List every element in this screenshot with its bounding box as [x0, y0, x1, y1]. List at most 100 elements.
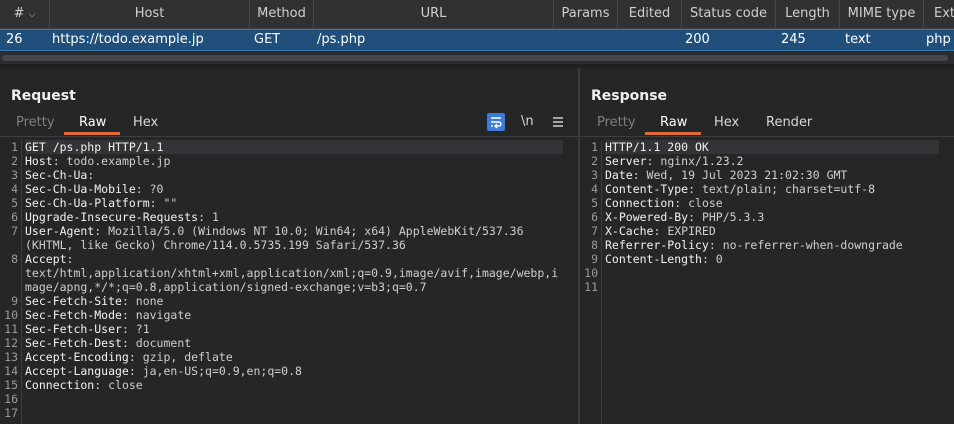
- header-name: Content-Type: [605, 182, 689, 196]
- col-header-status-code[interactable]: Status code: [682, 0, 776, 28]
- line-number: 13: [4, 350, 18, 364]
- header-value: : 1: [198, 210, 219, 224]
- header-name: HTTP/1.1 200 OK: [605, 140, 709, 154]
- show-newlines-button[interactable]: \n: [521, 114, 534, 134]
- header-name: Sec-Ch-Ua: [25, 168, 88, 182]
- header-name: User-Agent: [25, 224, 95, 238]
- code-line: Accept:: [25, 252, 73, 266]
- line-number: 8: [11, 252, 18, 266]
- line-number: 9: [11, 294, 18, 308]
- header-value: : Mozilla/5.0 (Windows NT 10.0; Win64; x…: [94, 224, 524, 238]
- row-number: 26: [6, 32, 23, 47]
- line-number: 5: [11, 196, 18, 210]
- line-number: 3: [591, 168, 598, 182]
- header-value: : ja,en-US;q=0.9,en;q=0.8: [128, 364, 302, 378]
- response-title: Response: [591, 88, 668, 104]
- header-value: : close: [94, 378, 143, 392]
- col-header-extension[interactable]: Exte: [924, 0, 954, 28]
- header-name: X-Powered-By: [605, 210, 689, 224]
- header-value: : EXPIRED: [653, 224, 716, 238]
- header-value: : ?0: [135, 182, 164, 196]
- line-number: 3: [11, 168, 18, 182]
- code-line: (KHTML, like Gecko) Chrome/114.0.5735.19…: [25, 238, 406, 252]
- header-value: text/html,application/xhtml+xml,applicat…: [25, 266, 559, 280]
- header-value: :: [66, 252, 74, 266]
- header-name: Sec-Fetch-Dest: [25, 336, 122, 350]
- row-status-code: 200: [685, 32, 710, 47]
- header-name: GET /ps.php HTTP/1.1: [25, 140, 164, 154]
- menu-icon[interactable]: [549, 113, 567, 131]
- response-panel: Response Pretty Raw Hex Render 123456789…: [580, 68, 954, 424]
- header-name: Sec-Fetch-Site: [25, 294, 122, 308]
- response-editor[interactable]: 1 2 3 4 5 6 7 8 9 10 11 HTTP/1.1 200 OK Server: ngi…: [580, 140, 954, 424]
- code-line: Sec-Fetch-Site: none: [25, 294, 163, 308]
- col-header-mime-type[interactable]: MIME type: [840, 0, 924, 28]
- request-editor[interactable]: 1 2 3 4 5 6 7 8 9 10 11 12 13 14 15 16 17 GET /ps.php HT…: [0, 140, 578, 424]
- col-header-method[interactable]: Method: [250, 0, 314, 28]
- col-header-edited[interactable]: Edited: [618, 0, 682, 28]
- code-line: Accept-Encoding: gzip, deflate: [25, 350, 233, 364]
- code-line: Sec-Fetch-User: ?1: [25, 322, 150, 336]
- code-line: X-Cache: EXPIRED: [605, 224, 716, 238]
- code-line: text/html,application/xhtml+xml,applicat…: [25, 266, 558, 280]
- col-header-number[interactable]: # ⌵: [0, 0, 50, 28]
- active-tab-indicator: [645, 132, 701, 135]
- col-header-length[interactable]: Length: [776, 0, 840, 28]
- word-wrap-toggle-icon[interactable]: [487, 113, 505, 131]
- table-row[interactable]: 26 https://todo.example.jp GET /ps.php 2…: [0, 29, 954, 51]
- request-tab-pretty[interactable]: Pretty: [16, 115, 55, 135]
- code-line: Connection: close: [605, 196, 723, 210]
- row-url: /ps.php: [317, 32, 366, 47]
- header-value: : ?1: [121, 322, 150, 336]
- header-name: Connection: [25, 378, 95, 392]
- response-tab-pretty[interactable]: Pretty: [597, 115, 636, 135]
- header-value: :: [87, 168, 95, 182]
- response-tab-render[interactable]: Render: [766, 115, 812, 135]
- line-number: 14: [4, 364, 18, 378]
- col-header-params[interactable]: Params: [554, 0, 618, 28]
- request-title: Request: [11, 88, 76, 104]
- history-table-header: # ⌵ Host Method URL Params Edited Status…: [0, 0, 954, 29]
- code-line: Date: Wed, 19 Jul 2023 21:02:30 GMT: [605, 168, 847, 182]
- response-tab-hex[interactable]: Hex: [714, 115, 739, 135]
- header-name: Referrer-Policy: [605, 238, 709, 252]
- code-line: Sec-Ch-Ua-Platform: "": [25, 196, 177, 210]
- code-line: Content-Length: 0: [605, 252, 723, 266]
- line-number: 7: [11, 224, 18, 238]
- header-value: : nginx/1.23.2: [646, 154, 744, 168]
- header-name: Sec-Fetch-Mode: [25, 308, 122, 322]
- line-number: 11: [4, 322, 18, 336]
- line-number: 4: [11, 182, 18, 196]
- code-line: Sec-Ch-Ua:: [25, 168, 94, 182]
- scrollbar-thumb[interactable]: [2, 55, 948, 61]
- col-header-url[interactable]: URL: [314, 0, 554, 28]
- header-name: Upgrade-Insecure-Requests: [25, 210, 199, 224]
- header-value: : document: [121, 336, 192, 350]
- row-host: https://todo.example.jp: [52, 32, 204, 47]
- header-value: : close: [674, 196, 723, 210]
- active-tab-indicator: [64, 132, 120, 135]
- header-name: Host: [25, 154, 53, 168]
- line-number: 9: [591, 252, 598, 266]
- header-value: : "": [149, 196, 178, 210]
- header-value: : 0: [701, 252, 723, 266]
- col-header-host[interactable]: Host: [50, 0, 250, 28]
- header-value: : gzip, deflate: [128, 350, 233, 364]
- line-number-gutter: 1 2 3 4 5 6 7 8 9 10 11: [580, 140, 602, 424]
- horizontal-scrollbar[interactable]: [0, 52, 954, 64]
- header-name: Accept-Encoding: [25, 350, 129, 364]
- header-value: (KHTML, like Gecko) Chrome/114.0.5735.19…: [25, 238, 406, 252]
- header-name: Sec-Ch-Ua-Mobile: [25, 182, 136, 196]
- code-line: GET /ps.php HTTP/1.1: [25, 140, 563, 154]
- line-number: 6: [591, 210, 598, 224]
- request-tab-hex[interactable]: Hex: [133, 115, 158, 135]
- code-line: Upgrade-Insecure-Requests: 1: [25, 210, 219, 224]
- line-number: 12: [4, 336, 18, 350]
- line-number: 6: [11, 210, 18, 224]
- header-value: mage/apng,*/*;q=0.8,application/signed-e…: [25, 280, 427, 294]
- line-number: 1: [591, 140, 598, 154]
- code-line: Connection: close: [25, 378, 143, 392]
- header-value: : navigate: [121, 308, 192, 322]
- col-header-number-label: #: [13, 6, 25, 21]
- header-value: : none: [121, 294, 164, 308]
